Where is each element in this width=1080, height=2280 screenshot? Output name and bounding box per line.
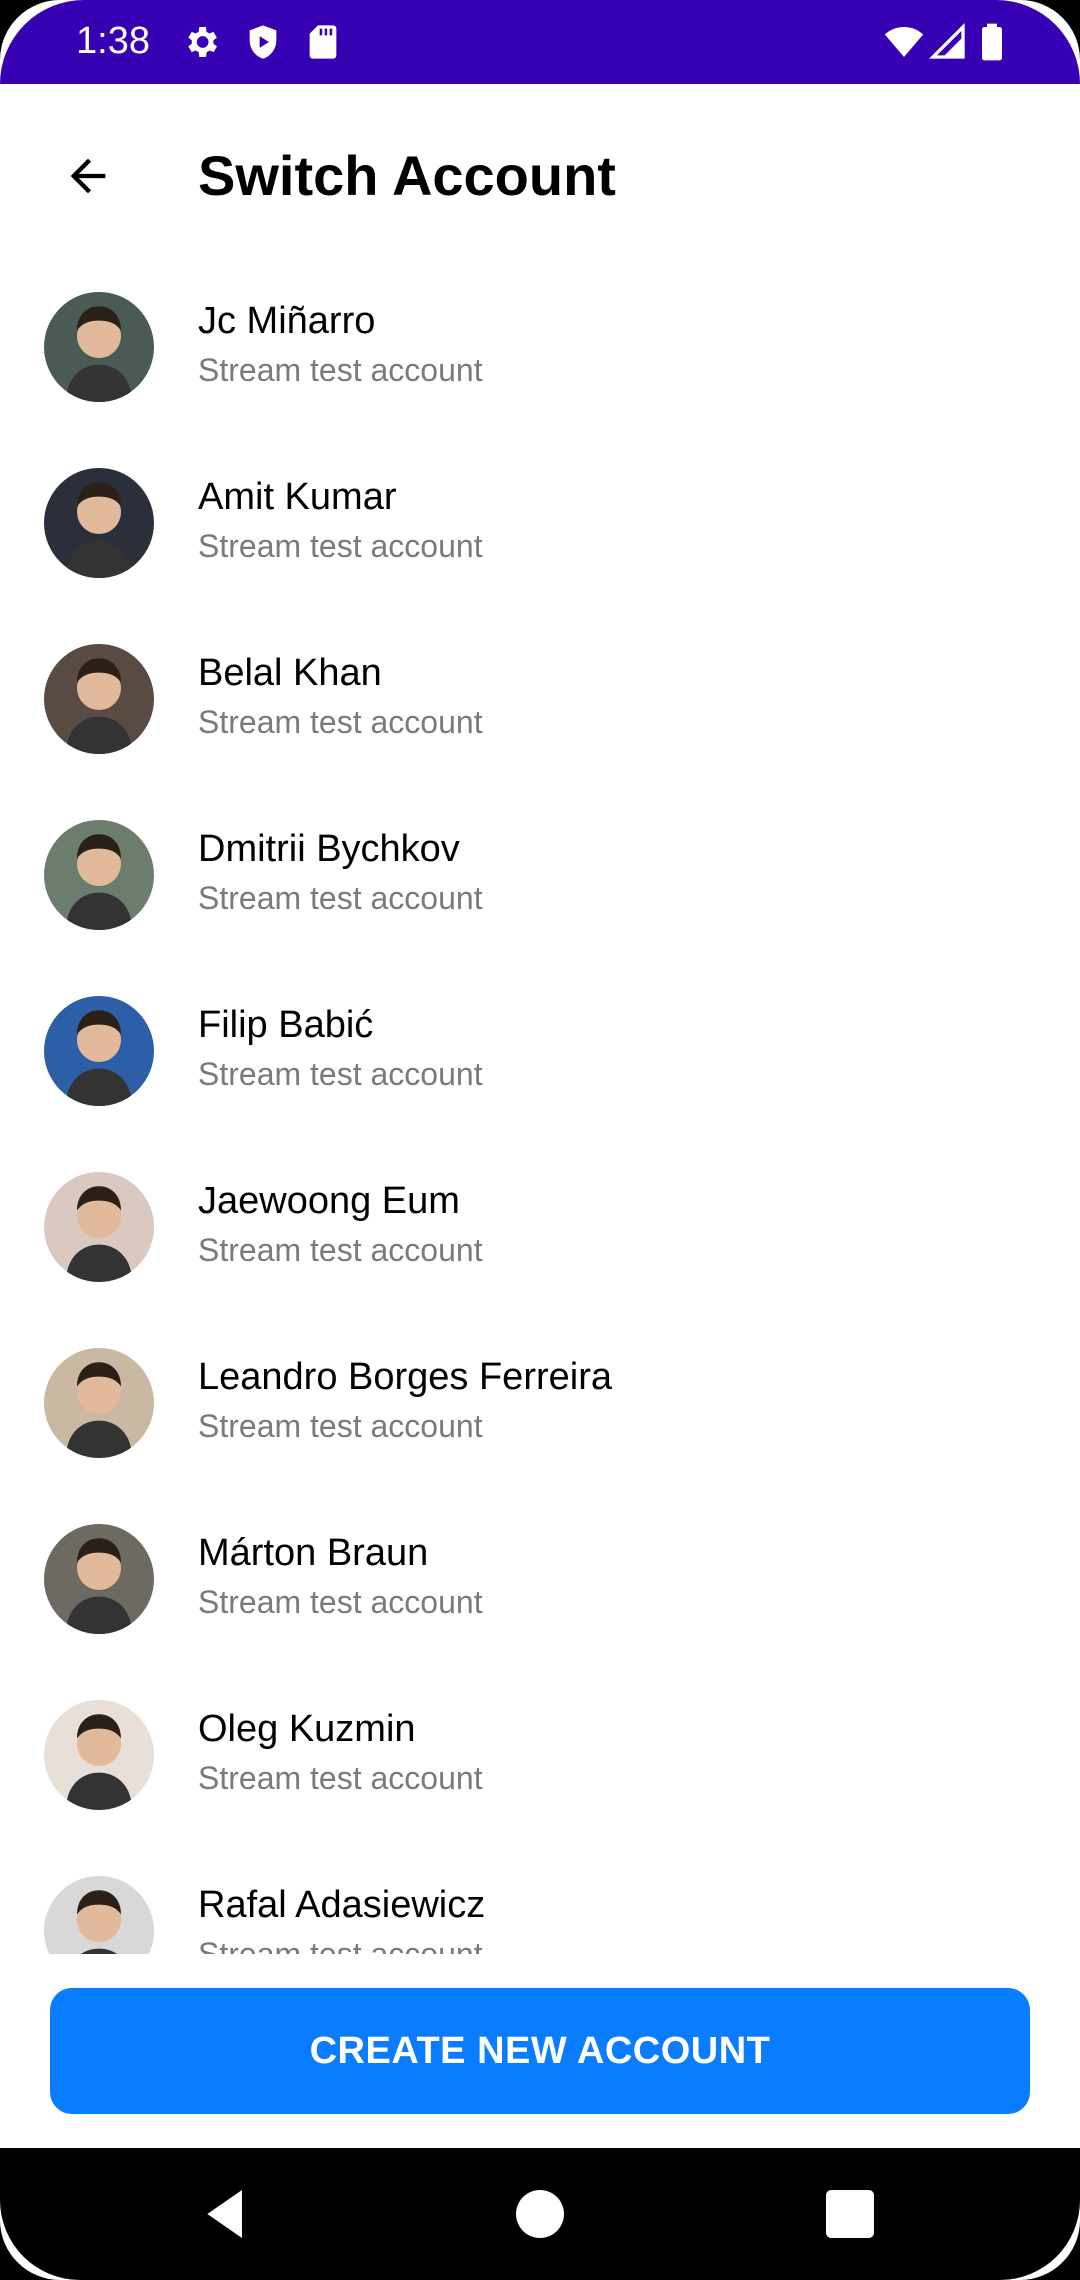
account-subtitle: Stream test account <box>198 1936 483 1954</box>
avatar <box>44 820 154 930</box>
avatar <box>44 644 154 754</box>
account-row[interactable]: Amit Kumar Stream test account <box>0 444 1080 620</box>
back-button[interactable] <box>48 136 128 216</box>
arrow-left-icon <box>70 158 106 194</box>
nav-home-icon[interactable] <box>508 2182 572 2246</box>
navigation-bar <box>0 2148 1080 2280</box>
account-subtitle: Stream test account <box>198 1760 483 1796</box>
account-row[interactable]: Jc Miñarro Stream test account <box>0 268 1080 444</box>
status-bar: 1:38 <box>0 0 1080 84</box>
account-subtitle: Stream test account <box>198 880 483 916</box>
signal-icon <box>928 22 968 62</box>
account-name: Jc Miñarro <box>198 300 376 342</box>
account-row[interactable]: Filip Babić Stream test account <box>0 972 1080 1148</box>
account-row[interactable]: Rafal Adasiewicz Stream test account <box>0 1852 1080 1954</box>
account-subtitle: Stream test account <box>198 704 483 740</box>
sd-card-icon <box>303 22 343 62</box>
account-name: Jaewoong Eum <box>198 1180 460 1222</box>
account-name: Belal Khan <box>198 652 382 694</box>
nav-recents-icon[interactable] <box>818 2182 882 2246</box>
shield-icon <box>243 22 283 62</box>
battery-icon <box>976 22 1008 62</box>
avatar <box>44 1172 154 1282</box>
avatar <box>44 468 154 578</box>
gear-icon <box>181 22 221 62</box>
account-list[interactable]: Jc Miñarro Stream test account Amit Kumar S… <box>0 268 1080 1954</box>
account-row[interactable]: Oleg Kuzmin Stream test account <box>0 1676 1080 1852</box>
account-name: Amit Kumar <box>198 476 397 518</box>
account-row[interactable]: Dmitrii Bychkov Stream test account <box>0 796 1080 972</box>
account-name: Filip Babić <box>198 1004 374 1046</box>
account-subtitle: Stream test account <box>198 1408 483 1444</box>
screen: 1:38 Switch Account Jc Miñarro Stream te… <box>0 0 1080 2280</box>
avatar <box>44 1348 154 1458</box>
account-row[interactable]: Jaewoong Eum Stream test account <box>0 1148 1080 1324</box>
create-new-account-button[interactable]: CREATE NEW ACCOUNT <box>50 1988 1030 2114</box>
avatar <box>44 1524 154 1634</box>
account-subtitle: Stream test account <box>198 1056 483 1092</box>
avatar <box>44 1700 154 1810</box>
account-row[interactable]: Leandro Borges Ferreira Stream test accou… <box>0 1324 1080 1500</box>
app-bar: Switch Account <box>0 84 1080 260</box>
account-name: Oleg Kuzmin <box>198 1708 416 1750</box>
account-subtitle: Stream test account <box>198 1584 483 1620</box>
account-row[interactable]: Belal Khan Stream test account <box>0 620 1080 796</box>
nav-back-icon[interactable] <box>194 2182 258 2246</box>
account-name: Rafal Adasiewicz <box>198 1884 486 1926</box>
account-subtitle: Stream test account <box>198 528 483 564</box>
account-subtitle: Stream test account <box>198 1232 483 1268</box>
avatar <box>44 1876 154 1954</box>
avatar <box>44 292 154 402</box>
account-name: Leandro Borges Ferreira <box>198 1356 612 1398</box>
page-title: Switch Account <box>198 144 616 207</box>
status-time: 1:38 <box>76 20 150 62</box>
account-name: Dmitrii Bychkov <box>198 828 460 870</box>
account-name: Márton Braun <box>198 1532 429 1574</box>
account-subtitle: Stream test account <box>198 352 483 388</box>
wifi-icon <box>882 22 926 62</box>
avatar <box>44 996 154 1106</box>
account-row[interactable]: Márton Braun Stream test account <box>0 1500 1080 1676</box>
